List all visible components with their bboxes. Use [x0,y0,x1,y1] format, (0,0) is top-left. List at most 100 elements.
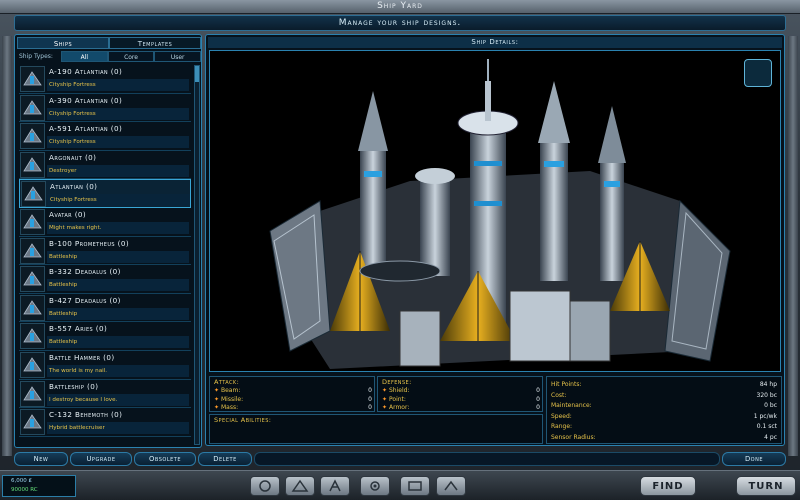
upgrade-button[interactable]: Upgrade [70,452,132,466]
subtitle-bar: Manage your ship designs. [14,15,786,31]
battleship-icon [20,380,45,407]
ship-description: Cityship Fortress [48,194,190,207]
ship-list-item[interactable]: A-591 Atlantian (0) Cityship Fortress [19,122,191,151]
ship-list-item[interactable]: A-390 Atlantian (0) Cityship Fortress [19,94,191,123]
mass-icon: ✦ [214,404,220,411]
special-abilities-title: Special Abilities: [214,416,272,424]
attack-title: Attack: [214,378,240,386]
stat-value: 0 [368,404,372,411]
info-row: Range: 0.1 sct [551,422,777,431]
delete-button[interactable]: Delete [198,452,252,466]
info-row: Sensor Radius: 4 pc [551,433,777,442]
info-label: Hit Points: [551,381,582,388]
ship-type-filter: Ship Types: All Core User [17,51,202,62]
info-row: Maintenance: 0 bc [551,401,777,410]
ship-list-scrollbar[interactable] [194,65,200,445]
info-row: Speed: 1 pc/wk [551,412,777,421]
government-icon[interactable] [400,476,430,496]
credits-value: 6,000 ₤ [11,478,32,484]
cityship-icon [20,123,45,150]
cityship-icon [20,94,45,121]
ship-types-label: Ship Types: [19,53,53,60]
ship-name: Avatar (0) [49,209,87,219]
cityship-render [269,59,731,369]
ship-3d-viewer[interactable] [209,50,781,372]
info-value: 320 bc [756,391,777,399]
stat-row: ✦ Mass: 0 [214,403,372,412]
ship-list-item[interactable]: B-100 Prometheus (0) Battleship [19,237,191,266]
warship-icon [20,351,45,378]
action-bar: New Upgrade Obsolete Delete Done [14,452,786,466]
cityship-icon [21,181,46,208]
ship-description: The world is my nail. [47,364,189,377]
action-bar-spacer [254,452,720,466]
attack-panel: Attack: ✦ Beam: 0 ✦ Missile: 0 ✦ Mass: 0 [209,376,375,412]
ship-description: Might makes right. [47,221,189,234]
turn-button[interactable]: TURN [736,476,796,496]
ship-list-item[interactable]: Battle Hammer (0) The world is my nail. [19,351,191,380]
info-value: 0 bc [764,402,777,409]
ship-description: Cityship Fortress [47,136,189,149]
planets-icon[interactable] [250,476,280,496]
ship-description: Cityship Fortress [47,107,189,120]
rotate-view-icon[interactable] [744,59,772,87]
stat-label: Mass: [221,404,239,411]
ship-list: A-190 Atlantian (0) Cityship Fortress A-39… [19,65,191,445]
info-value: 84 hp [759,381,777,388]
ship-description: Battleship [47,250,189,263]
info-row: Hit Points: 84 hp [551,380,777,389]
panel-tabs: Ships Templates [17,37,201,49]
info-value: 0.1 sct [756,423,777,430]
ship-list-item[interactable]: B-427 Deadalus (0) Battleship [19,294,191,323]
treasury-display: 6,000 ₤ 90000 RC [2,475,76,497]
ship-list-item[interactable]: Avatar (0) Might makes right. [19,208,191,237]
ship-name: A-390 Atlantian (0) [49,95,123,105]
tab-ships[interactable]: Ships [17,37,109,49]
ship-details-header: Ship Details: [208,37,782,48]
ships-icon[interactable] [285,476,315,496]
ship-name: Battle Hammer (0) [49,352,115,362]
ship-list-item[interactable]: B-557 Aries (0) Battleship [19,322,191,351]
left-rail [2,36,12,456]
filter-user-button[interactable]: User [154,51,202,62]
ship-list-item[interactable]: C-132 Behemoth (0) Hybrid battlecruiser [19,408,191,437]
defense-panel: Defense: ✦ Shield: 0 ✦ Point: 0 ✦ Armor: 0 [377,376,543,412]
reports-icon[interactable] [436,476,466,496]
diplomacy-icon[interactable] [360,476,390,496]
new-button[interactable]: New [14,452,68,466]
ship-name: B-332 Deadalus (0) [49,267,121,277]
filter-core-button[interactable]: Core [107,51,155,62]
tab-templates[interactable]: Templates [109,37,201,49]
ship-description: Hybrid battlecruiser [47,422,189,435]
find-button[interactable]: FIND [640,476,696,496]
income-value: 90000 RC [11,487,38,493]
stat-label: Beam: [221,387,241,394]
ship-list-item[interactable]: Atlantian (0) Cityship Fortress [19,179,191,208]
stat-label: Missile: [221,395,244,403]
filter-all-button[interactable]: All [61,51,108,62]
stat-label: Shield: [389,387,410,394]
obsolete-button[interactable]: Obsolete [134,452,196,466]
ship-list-item[interactable]: Argonaut (0) Destroyer [19,151,191,180]
ship-name: Battleship (0) [49,381,99,391]
stat-value: 0 [536,404,540,411]
ship-name: B-427 Deadalus (0) [49,295,121,305]
ship-list-item[interactable]: B-332 Deadalus (0) Battleship [19,265,191,294]
ship-list-item[interactable]: Battleship (0) I destroy because I love. [19,380,191,409]
info-label: Range: [551,423,573,430]
stat-label: Armor: [389,404,410,411]
research-icon[interactable] [320,476,350,496]
cityship-icon [20,66,45,92]
done-button[interactable]: Done [722,452,786,466]
defense-title: Defense: [382,378,412,386]
ship-description: I destroy because I love. [47,393,189,406]
scrollbar-thumb[interactable] [195,66,199,82]
ship-name: B-557 Aries (0) [49,324,108,334]
ship-description: Battleship [47,307,189,320]
ship-name: Atlantian (0) [50,182,98,192]
ship-list-item[interactable]: A-190 Atlantian (0) Cityship Fortress [19,65,191,94]
info-label: Maintenance: [551,402,592,409]
info-row: Cost: 320 bc [551,391,777,400]
ship-description: Destroyer [47,164,189,177]
special-abilities-panel: Special Abilities: [209,414,543,444]
